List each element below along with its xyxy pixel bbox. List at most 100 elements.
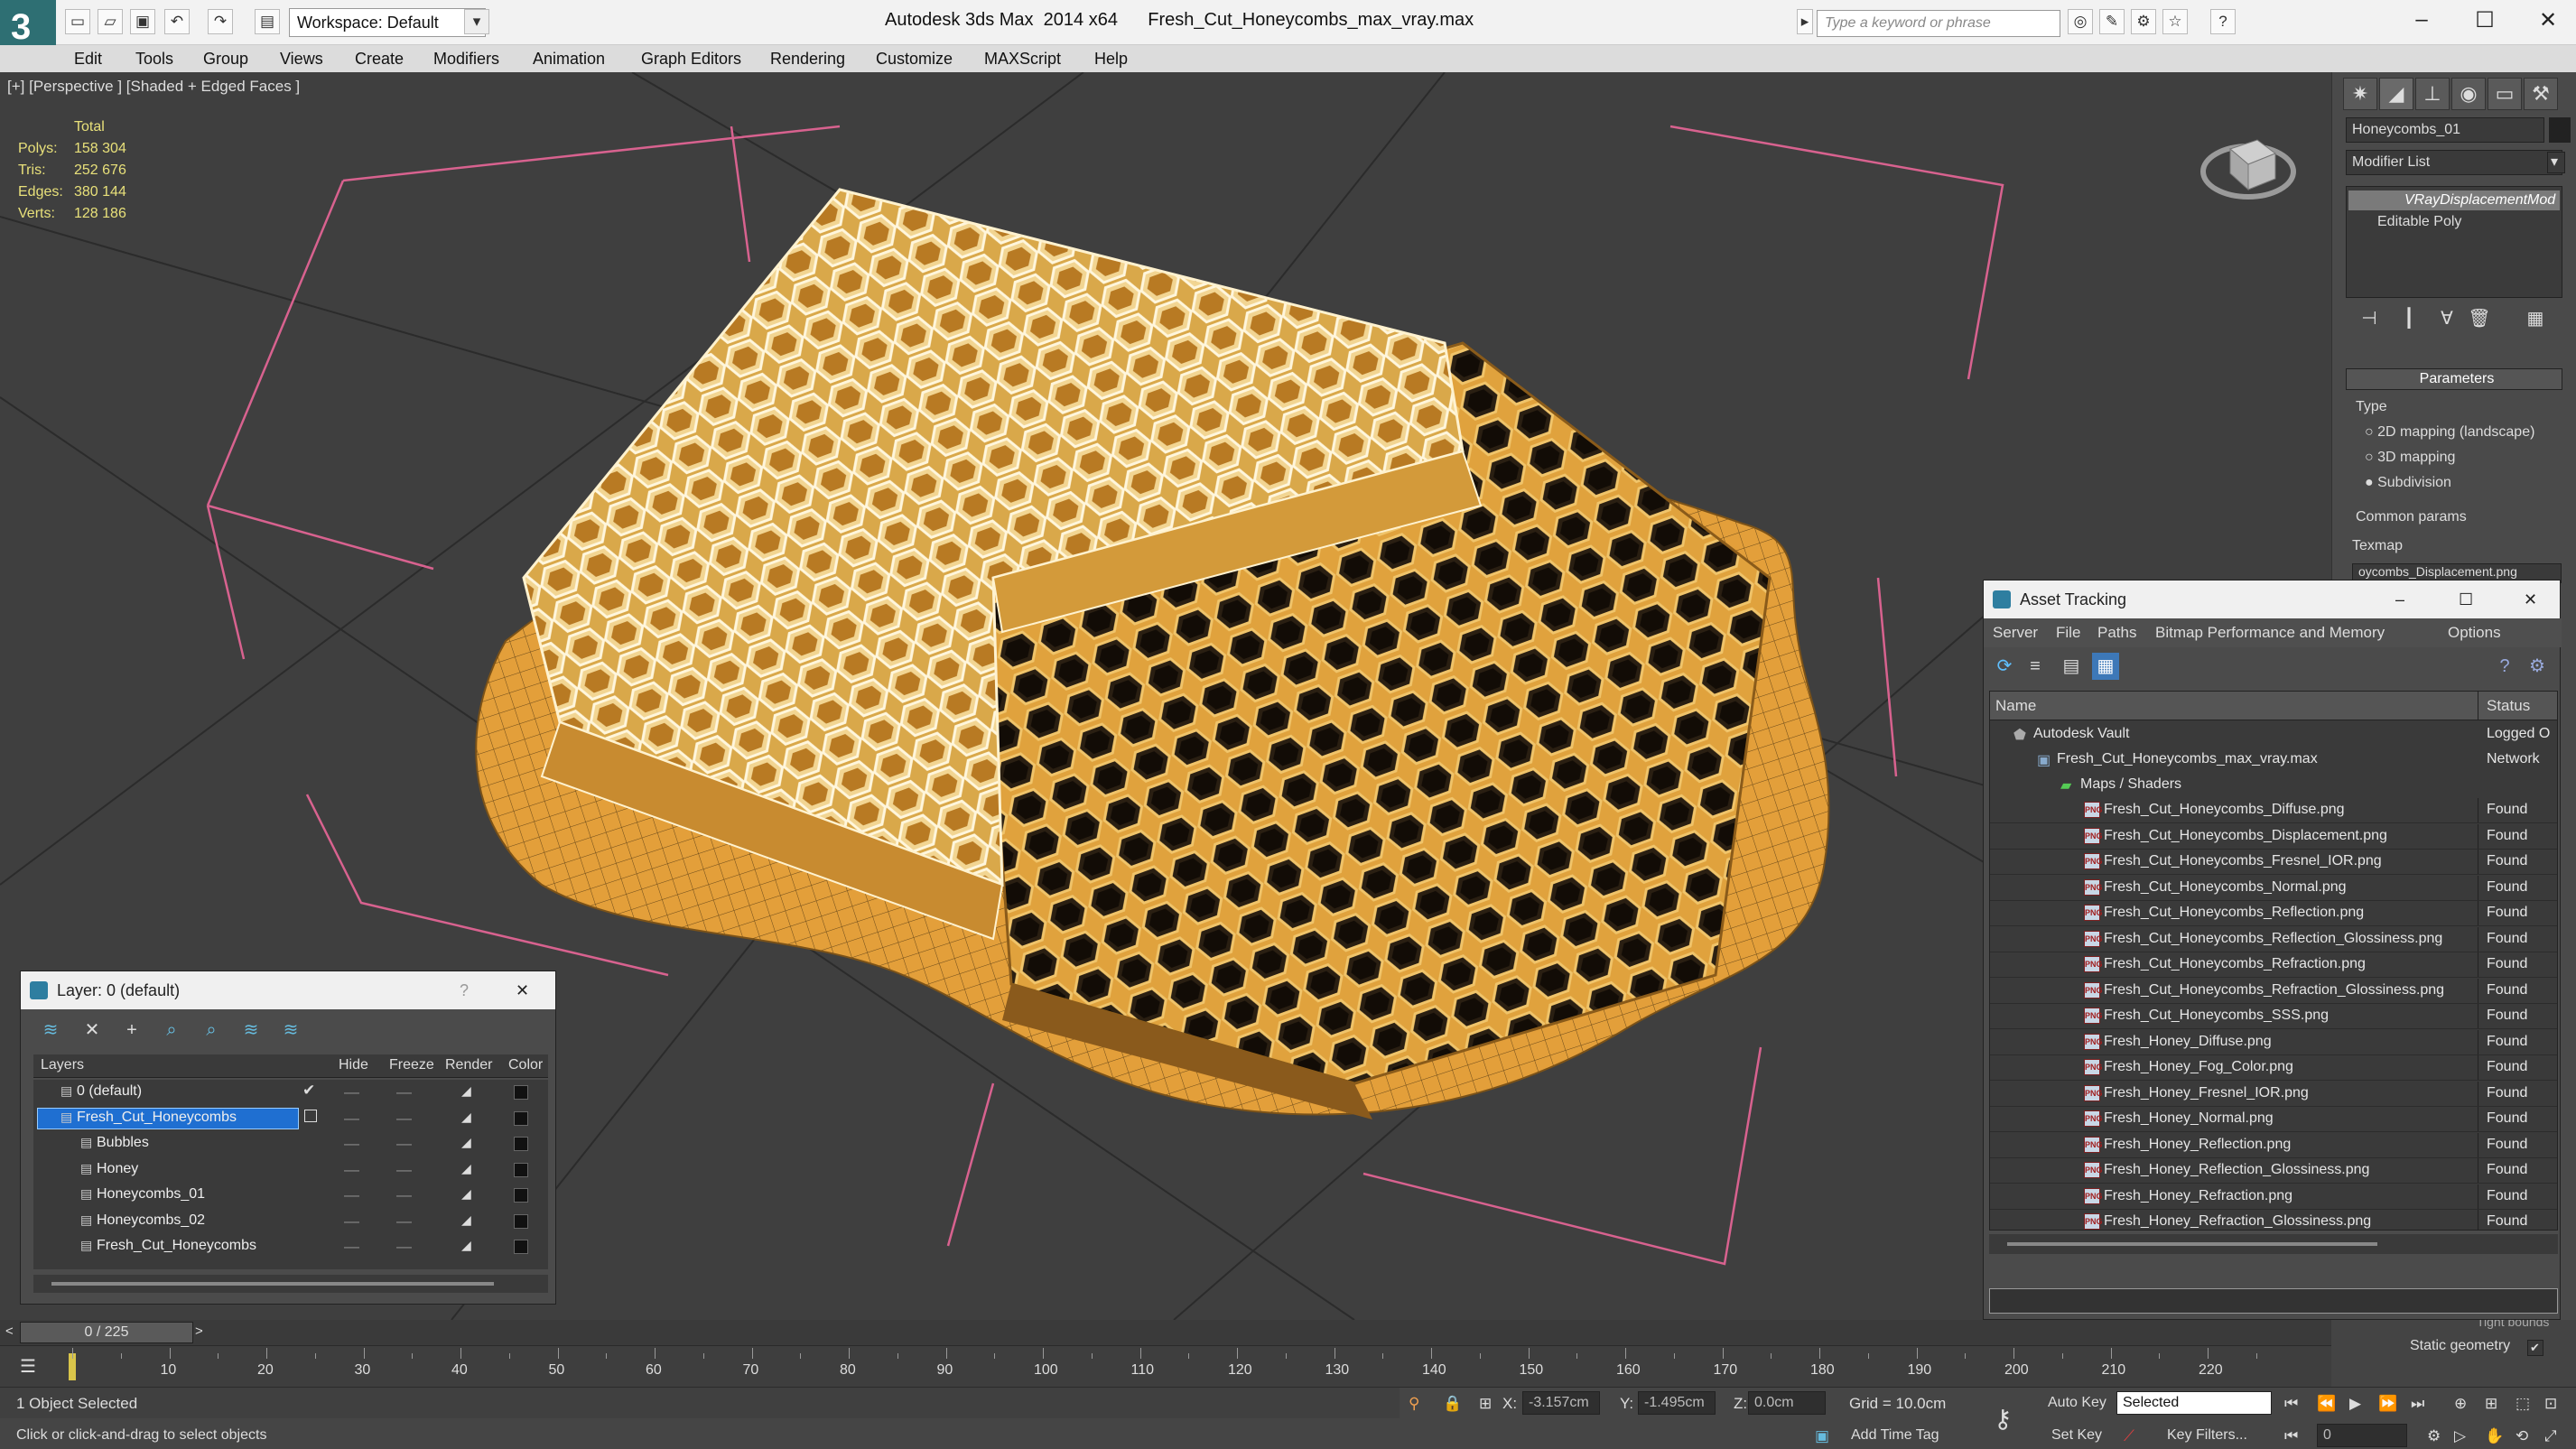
project-folder-icon[interactable]: ▤ [255,9,280,34]
modify-tab-icon[interactable]: ◢ [2379,78,2413,110]
redo-icon[interactable]: ↷ [208,9,233,34]
layer-row[interactable]: ▤ Honey — — ◢ [33,1157,548,1183]
menu-edit[interactable]: Edit [74,50,102,69]
set-key-button[interactable]: Set Key [2051,1427,2102,1444]
highlight-layer-icon[interactable]: ⌕ [198,1017,225,1044]
x-coord-field[interactable]: -3.157cm [1522,1391,1600,1415]
layer-color-swatch[interactable] [514,1188,528,1203]
hide-all-layers-icon[interactable]: ≋ [237,1017,265,1044]
static-geometry-checkbox[interactable]: ✔ [2527,1340,2543,1356]
zoom-extents-all-icon[interactable]: ⊡ [2544,1395,2557,1413]
asset-minimize-button[interactable]: – [2395,581,2404,618]
asset-row-maps-group[interactable]: ▰ Maps / Shaders [1990,773,2557,798]
asset-settings-icon[interactable]: ⚙ [2524,653,2551,680]
expand-search-icon[interactable]: ▸ [1797,9,1813,34]
zoom-all-icon[interactable]: ⊞ [2485,1395,2497,1413]
asset-help-icon[interactable]: ? [2491,653,2518,680]
stack-item-vray-displacement[interactable]: VRayDisplacementMod [2348,190,2560,210]
maximize-button[interactable]: ☐ [2465,7,2505,33]
favorites-star-icon[interactable]: ☆ [2162,9,2188,34]
asset-map-row[interactable]: PNG Fresh_Cut_Honeycombs_Reflection.png Fo… [1990,901,2557,926]
undo-icon[interactable]: ↶ [164,9,190,34]
asset-hscrollbar[interactable] [1989,1234,2558,1254]
refresh-icon[interactable]: ⟳ [1991,653,2018,680]
col-freeze[interactable]: Freeze [389,1057,434,1073]
time-tag-icon[interactable]: ▣ [1815,1427,1829,1445]
hide-toggle-icon[interactable]: — [344,1083,359,1101]
menu-animation[interactable]: Animation [533,50,605,69]
add-time-tag-button[interactable]: Add Time Tag [1851,1427,1939,1444]
parameters-rollout-header[interactable]: Parameters [2346,368,2562,390]
layer-color-swatch[interactable] [514,1085,528,1100]
configure-modifier-sets-icon[interactable]: ▦ [2522,305,2549,332]
asset-map-row[interactable]: PNG Fresh_Honey_Reflection.png Found [1990,1132,2557,1158]
layer-row[interactable]: ▤ Bubbles — — ◢ [33,1131,548,1156]
menu-rendering[interactable]: Rendering [770,50,845,69]
asset-row-vault[interactable]: ⬟ Autodesk Vault Logged O [1990,722,2557,748]
prev-frame-icon[interactable]: ⏪ [2317,1395,2336,1413]
field-of-view-icon[interactable]: ▷ [2454,1427,2466,1445]
asset-map-row[interactable]: PNG Fresh_Honey_Fog_Color.png Found [1990,1055,2557,1081]
time-slider[interactable]: < 0 / 225 > [0,1320,2331,1345]
asset-map-row[interactable]: PNG Fresh_Cut_Honeycombs_Diffuse.png Found [1990,798,2557,823]
hide-toggle-icon[interactable]: — [344,1238,359,1256]
close-button[interactable]: ✕ [2528,7,2568,33]
active-layer-check-icon[interactable]: ✔ [302,1082,315,1100]
pin-stack-icon[interactable]: ⊣ [2356,305,2383,332]
asset-map-row[interactable]: PNG Fresh_Honey_Fresnel_IOR.png Found [1990,1081,2557,1107]
layer-row[interactable]: ▤ Honeycombs_01 — — ◢ [33,1183,548,1208]
asset-menu-server[interactable]: Server [1993,624,2038,642]
menu-tools[interactable]: Tools [135,50,173,69]
add-to-layer-icon[interactable]: + [118,1017,145,1044]
col-render[interactable]: Render [445,1057,492,1073]
layer-row[interactable]: ▤ 0 (default) ✔ — — ◢ [33,1080,548,1105]
show-end-result-icon[interactable]: ┃ [2395,305,2423,332]
communication-icon[interactable]: ⚙ [2131,9,2156,34]
asset-map-row[interactable]: PNG Fresh_Honey_Normal.png Found [1990,1107,2557,1132]
render-toggle-icon[interactable]: ◢ [461,1135,471,1150]
freeze-toggle-icon[interactable]: — [396,1186,412,1204]
z-coord-field[interactable]: 0.0cm [1748,1391,1826,1415]
goto-start-icon[interactable]: ⏮ [2284,1395,2298,1413]
set-key-icon[interactable]: ⚷ [1994,1404,2013,1434]
help-icon[interactable]: ? [2210,9,2236,34]
asset-map-row[interactable]: PNG Fresh_Cut_Honeycombs_Reflection_Gloss… [1990,926,2557,952]
freeze-toggle-icon[interactable]: — [396,1135,412,1153]
layer-hscrollbar[interactable] [33,1275,548,1293]
render-toggle-icon[interactable]: ◢ [461,1186,471,1202]
layer-explorer-titlebar[interactable]: Layer: 0 (default) ? ✕ [21,971,555,1009]
freeze-toggle-icon[interactable]: — [396,1238,412,1256]
zoom-extents-icon[interactable]: ⬚ [2516,1395,2530,1413]
render-toggle-icon[interactable]: ◢ [461,1238,471,1253]
motion-tab-icon[interactable]: ◉ [2451,78,2486,110]
current-frame-field[interactable]: 0 [2317,1424,2407,1447]
asset-map-row[interactable]: PNG Fresh_Cut_Honeycombs_Refraction.png Fo… [1990,952,2557,978]
radio-3d-mapping[interactable]: ○ 3D mapping [2365,450,2455,466]
zoom-icon[interactable]: ⊕ [2454,1395,2467,1413]
stack-item-editable-poly[interactable]: Editable Poly [2348,212,2560,232]
track-bar[interactable]: ☰ 10 20 30 40 50 60 70 80 90 100 110 120 130 140 150 16… [0,1345,2331,1387]
search-input[interactable]: Type a keyword or phrase [1817,10,2060,37]
remove-modifier-icon[interactable]: 🗑 [2466,305,2493,332]
menu-graph-editors[interactable]: Graph Editors [641,50,741,69]
create-tab-icon[interactable]: ✷ [2343,78,2377,110]
pan-icon[interactable]: ✋ [2485,1427,2504,1445]
workspace-chevron-down-icon[interactable]: ▾ [464,9,489,34]
object-name-field[interactable]: Honeycombs_01 [2346,117,2544,143]
asset-row-max-file[interactable]: ▣ Fresh_Cut_Honeycombs_max_vray.max Netw… [1990,748,2557,773]
minimize-button[interactable]: – [2402,7,2441,33]
goto-end-icon[interactable]: ⏭ [2411,1395,2424,1413]
render-toggle-icon[interactable]: ◢ [461,1161,471,1176]
next-frame-icon[interactable]: ⏩ [2378,1395,2397,1413]
asset-map-row[interactable]: PNG Fresh_Cut_Honeycombs_Normal.png Found [1990,875,2557,901]
asset-path-field[interactable] [1989,1288,2558,1314]
layer-help-button[interactable]: ? [460,971,469,1009]
menu-customize[interactable]: Customize [876,50,953,69]
col-name-header[interactable]: Name [1995,697,2036,715]
menu-maxscript[interactable]: MAXScript [984,50,1061,69]
save-file-icon[interactable]: ▣ [130,9,155,34]
hide-toggle-icon[interactable]: — [344,1135,359,1153]
layer-row[interactable]: ▤ Fresh_Cut_Honeycombs — — ◢ [33,1234,548,1259]
menu-group[interactable]: Group [203,50,248,69]
asset-map-row[interactable]: PNG Fresh_Cut_Honeycombs_Displacement.png… [1990,823,2557,850]
